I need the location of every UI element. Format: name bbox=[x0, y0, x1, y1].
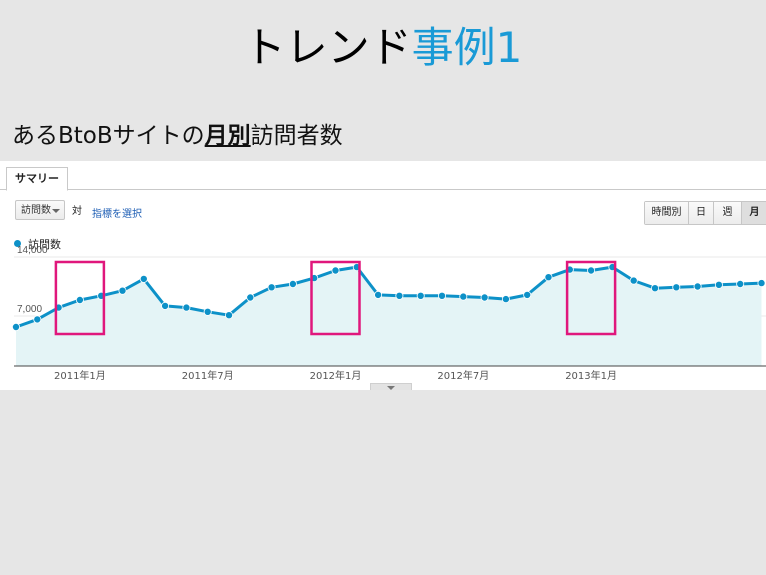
data-point bbox=[288, 280, 297, 289]
slide-title: トレンド事例1 bbox=[0, 22, 766, 74]
data-point bbox=[714, 280, 723, 289]
subtitle-suffix: 訪問者数 bbox=[250, 123, 343, 149]
data-point bbox=[246, 293, 255, 302]
subtitle-emphasis: 月別 bbox=[204, 123, 251, 149]
data-point bbox=[416, 291, 425, 300]
x-tick-label: 2011年7月 bbox=[182, 369, 234, 382]
data-point bbox=[11, 322, 20, 331]
data-point bbox=[629, 276, 638, 285]
data-point bbox=[523, 290, 532, 299]
data-point bbox=[139, 274, 148, 283]
chart-collapse-handle[interactable] bbox=[370, 383, 412, 390]
analytics-panel: サマリー 訪問数 対 指標を選択 時間別 日 週 月 訪問数 14,000 7,0… bbox=[0, 161, 766, 390]
slide-subtitle: あるBtoBサイトの月別訪問者数 bbox=[12, 120, 343, 152]
data-point bbox=[161, 301, 170, 310]
y-tick-label: 7,000 bbox=[17, 304, 42, 315]
triangle-down-icon bbox=[387, 386, 395, 390]
y-tick-label: 14,000 bbox=[17, 245, 48, 256]
data-point bbox=[267, 283, 276, 292]
data-point bbox=[736, 280, 745, 289]
data-point bbox=[182, 303, 191, 312]
data-point bbox=[480, 293, 489, 302]
line-chart: 14,000 7,000 2011年1月 2011年7月 2012年1月 2012年7月 2… bbox=[11, 245, 766, 382]
data-point bbox=[203, 307, 212, 316]
data-point bbox=[118, 286, 127, 295]
data-point bbox=[75, 295, 84, 304]
data-point bbox=[395, 291, 404, 300]
data-point bbox=[331, 266, 340, 275]
data-point bbox=[693, 282, 702, 291]
data-point bbox=[437, 291, 446, 300]
data-point bbox=[651, 284, 660, 293]
slide-title-accent: 事例1 bbox=[411, 23, 523, 72]
data-point bbox=[544, 273, 553, 282]
x-tick-label: 2012年7月 bbox=[437, 369, 489, 382]
data-point bbox=[587, 266, 596, 275]
data-point bbox=[757, 279, 766, 288]
subtitle-prefix: あるBtoBサイトの bbox=[12, 123, 205, 149]
data-point bbox=[33, 315, 42, 324]
x-tick-label: 2013年1月 bbox=[565, 369, 617, 382]
slide-title-main: トレンド bbox=[243, 23, 412, 72]
data-point bbox=[224, 311, 233, 320]
x-tick-label: 2012年1月 bbox=[310, 369, 362, 382]
data-point bbox=[501, 295, 510, 304]
x-tick-label: 2011年1月 bbox=[54, 369, 106, 382]
data-point bbox=[459, 292, 468, 301]
data-point bbox=[374, 290, 383, 299]
series-area bbox=[16, 267, 762, 366]
data-point bbox=[672, 283, 681, 292]
